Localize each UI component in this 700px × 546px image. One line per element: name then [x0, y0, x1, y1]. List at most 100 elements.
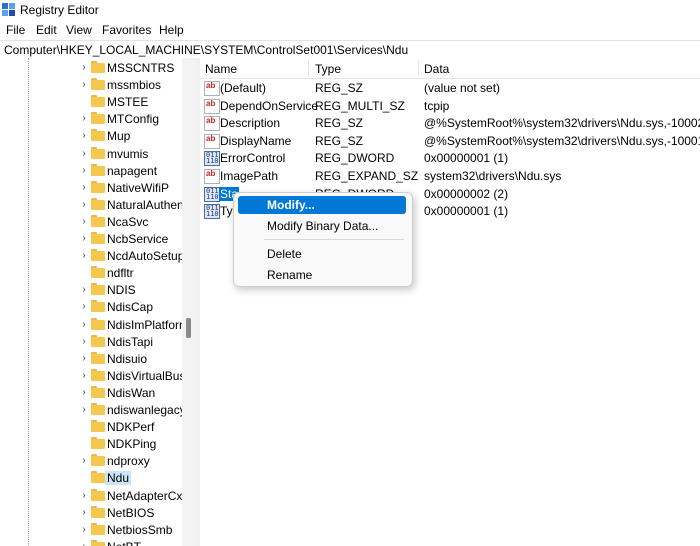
column-divider[interactable] — [308, 60, 309, 76]
tree-scrollbar-thumb[interactable] — [186, 318, 191, 338]
tree-item-ndfltr[interactable]: ndfltr — [0, 264, 190, 282]
chevron-right-icon[interactable]: › — [79, 114, 89, 124]
value-data: @%SystemRoot%\system32\drivers\Ndu.sys,-… — [424, 116, 700, 131]
tree-item-nativewifip[interactable]: › NativeWifiP — [0, 179, 190, 197]
chevron-right-icon[interactable]: › — [79, 405, 89, 415]
tree-item-ndproxy[interactable]: › ndproxy — [0, 452, 190, 470]
chevron-right-icon[interactable]: › — [79, 80, 89, 90]
chevron-right-icon[interactable]: › — [79, 507, 89, 518]
tree-item-ncasvc[interactable]: › NcaSvc — [0, 213, 190, 231]
tree-item-ndkping[interactable]: NDKPing — [0, 435, 190, 453]
chevron-right-icon[interactable]: › — [79, 251, 89, 261]
address-bar[interactable]: Computer\HKEY_LOCAL_MACHINE\SYSTEM\Contr… — [0, 40, 700, 60]
tree-item-ndiswan[interactable]: › NdisWan — [0, 384, 190, 402]
tree-item-ndistapi[interactable]: › NdisTapi — [0, 333, 190, 351]
tree-item-netbios[interactable]: › NetBIOS — [0, 504, 190, 522]
tree-item-ndkperf[interactable]: NDKPerf — [0, 418, 190, 436]
value-data: (value not set) — [424, 81, 501, 95]
chevron-right-icon[interactable]: › — [79, 319, 89, 330]
tree-item-label: ndfltr — [107, 266, 134, 281]
value-row-description[interactable]: ab Description REG_SZ @%SystemRoot%\system3… — [200, 114, 700, 132]
key-tree[interactable]: › MSSCNTRS › mssmbios MSTEE › MTConfig › Mup › mvu… — [0, 58, 196, 546]
chevron-right-icon[interactable]: › — [79, 490, 89, 501]
folder-icon — [91, 488, 105, 501]
tree-item-ndiscap[interactable]: › NdisCap — [0, 298, 190, 316]
folder-icon — [91, 317, 105, 330]
chevron-right-icon[interactable]: › — [79, 165, 89, 176]
chevron-right-icon[interactable]: › — [79, 234, 89, 244]
tree-item-napagent[interactable]: › napagent — [0, 162, 190, 180]
chevron-right-icon[interactable]: › — [79, 353, 89, 364]
tree-item-mup[interactable]: › Mup — [0, 127, 190, 145]
folder-icon — [91, 163, 105, 176]
tree-item-label: ndproxy — [107, 454, 150, 469]
chevron-right-icon[interactable]: › — [79, 148, 89, 159]
value-row-errorcontrol[interactable]: 011 110 ErrorControl REG_DWORD 0x00000001 (1… — [200, 149, 700, 167]
value-row-displayname[interactable]: ab DisplayName REG_SZ @%SystemRoot%\system3… — [200, 132, 700, 150]
value-name: DisplayName — [220, 133, 292, 148]
tree-item-label: NDIS — [107, 283, 136, 298]
column-header-type[interactable]: Type — [315, 62, 341, 76]
tree-item-ncbservice[interactable]: › NcbService — [0, 230, 190, 248]
tree-item-label: NdisVirtualBus — [107, 368, 186, 383]
context-menu-delete[interactable]: Delete — [238, 245, 406, 263]
string-value-icon: ab — [204, 116, 220, 132]
tree-item-ndisimplatform[interactable]: › NdisImPlatform — [0, 316, 190, 334]
value-list[interactable]: Name Type Data ab (Default) REG_SZ (value n… — [200, 58, 700, 546]
folder-icon — [91, 539, 105, 546]
value-row-imagepath[interactable]: ab ImagePath REG_EXPAND_SZ system32\drivers… — [200, 167, 700, 185]
folder-icon — [91, 385, 105, 398]
folder-icon — [91, 403, 105, 415]
chevron-right-icon[interactable]: › — [79, 370, 89, 381]
tree-item-mstee[interactable]: MSTEE — [0, 93, 190, 111]
tree-item-label: NdisCap — [107, 300, 154, 315]
chevron-right-icon[interactable]: › — [79, 336, 89, 347]
context-menu-modify-binary[interactable]: Modify Binary Data... — [238, 217, 406, 235]
value-row-default[interactable]: ab (Default) REG_SZ (value not set) — [200, 79, 700, 97]
tree-item-ndu[interactable]: Ndu — [0, 469, 190, 487]
column-header-data[interactable]: Data — [424, 62, 449, 76]
chevron-right-icon[interactable]: › — [79, 216, 89, 227]
address-path[interactable]: Computer\HKEY_LOCAL_MACHINE\SYSTEM\Contr… — [4, 43, 408, 57]
tree-scrollbar[interactable] — [182, 58, 196, 546]
value-row-dependonservice[interactable]: ab DependOnService REG_MULTI_SZ tcpip — [200, 97, 700, 115]
menu-view[interactable]: View — [66, 23, 92, 37]
tree-item-ndisvirtualbus[interactable]: › NdisVirtualBus — [0, 367, 190, 385]
tree-item-ncdautosetup[interactable]: › NcdAutoSetup — [0, 247, 190, 265]
value-data: 0x00000001 (1) — [424, 204, 509, 219]
menu-help[interactable]: Help — [159, 23, 184, 37]
tree-item-mssmbios[interactable]: › mssmbios — [0, 76, 190, 94]
chevron-right-icon[interactable]: › — [79, 63, 89, 73]
tree-item-ndis[interactable]: › NDIS — [0, 281, 190, 299]
value-name: DependOnService — [220, 98, 319, 113]
chevron-right-icon[interactable]: › — [79, 302, 89, 312]
context-menu-modify[interactable]: Modify... — [238, 196, 406, 214]
chevron-right-icon[interactable]: › — [79, 182, 89, 193]
tree-item-mvumis[interactable]: › mvumis — [0, 145, 190, 163]
column-header-name[interactable]: Name — [205, 62, 237, 76]
tree-item-msscntrs[interactable]: › MSSCNTRS — [0, 59, 190, 77]
chevron-right-icon[interactable]: › — [79, 199, 89, 210]
chevron-right-icon[interactable]: › — [79, 456, 89, 466]
folder-icon — [91, 437, 105, 450]
context-menu-label: Modify Binary Data... — [267, 219, 379, 233]
tree-item-netbiossmb[interactable]: › NetbiosSmb — [0, 521, 190, 539]
folder-icon — [91, 146, 105, 159]
chevron-right-icon[interactable]: › — [79, 387, 89, 398]
folder-icon — [91, 420, 105, 433]
tree-item-naturalauthent[interactable]: › NaturalAuthent — [0, 196, 190, 214]
tree-item-netbt[interactable]: › NetBT — [0, 538, 190, 546]
tree-item-netadaptercx[interactable]: › NetAdapterCx — [0, 487, 190, 505]
tree-item-ndiswanlegacy[interactable]: › ndiswanlegacy — [0, 401, 190, 419]
context-menu-rename[interactable]: Rename — [238, 266, 406, 284]
menu-favorites[interactable]: Favorites — [102, 23, 151, 37]
column-divider[interactable] — [418, 60, 419, 76]
chevron-right-icon[interactable]: › — [79, 524, 89, 535]
chevron-right-icon[interactable]: › — [79, 131, 89, 141]
tree-item-ndisuio[interactable]: › Ndisuio — [0, 350, 190, 368]
menu-edit[interactable]: Edit — [36, 23, 57, 37]
tree-item-mtconfig[interactable]: › MTConfig — [0, 110, 190, 128]
menu-file[interactable]: File — [6, 23, 25, 37]
chevron-right-icon[interactable]: › — [79, 541, 89, 546]
chevron-right-icon[interactable]: › — [79, 285, 89, 295]
